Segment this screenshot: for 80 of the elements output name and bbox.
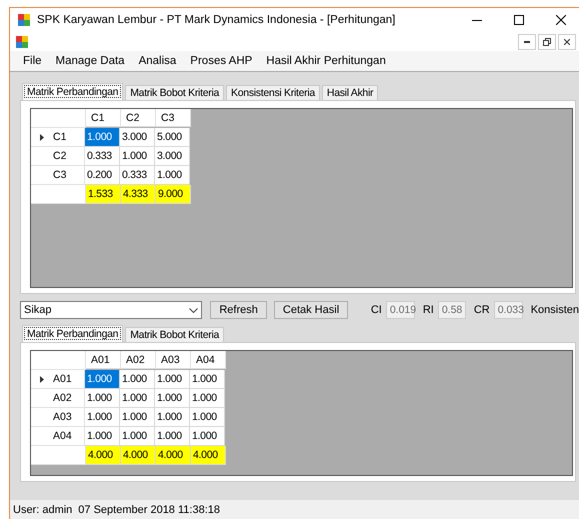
- table-cell[interactable]: 3.000: [120, 128, 155, 147]
- total-cell: 9.000: [156, 185, 191, 204]
- table-cell[interactable]: 1.000: [155, 408, 190, 427]
- tab[interactable]: Hasil Akhir: [322, 85, 378, 100]
- row-label: C2: [53, 150, 66, 162]
- tab[interactable]: Konsistensi Kriteria: [226, 85, 320, 100]
- total-cell: 4.000: [156, 446, 191, 465]
- table-cell[interactable]: 1.000: [155, 389, 190, 408]
- table-cell[interactable]: 1.000: [190, 408, 225, 427]
- table-cell[interactable]: 1.000: [85, 128, 120, 147]
- table-cell[interactable]: 1.000: [155, 370, 190, 389]
- table-cell[interactable]: 1.000: [85, 389, 120, 408]
- dropdown-caret-icon: [189, 308, 198, 312]
- column-header: A01: [86, 351, 121, 369]
- table-cell[interactable]: 1.000: [120, 427, 155, 446]
- child-window-icon: [16, 36, 29, 48]
- table-cell[interactable]: 1.000: [155, 427, 190, 446]
- table-cell[interactable]: 1.000: [155, 166, 190, 185]
- table-cell[interactable]: 0.333: [85, 147, 120, 166]
- total-cell: 4.000: [121, 446, 156, 465]
- row-label: C3: [53, 169, 66, 181]
- tab[interactable]: Matrik Perbandingan: [22, 325, 124, 342]
- column-header: A04: [191, 351, 226, 369]
- close-icon: [564, 38, 570, 44]
- column-header: A02: [121, 351, 156, 369]
- reading-label: RI: [422, 304, 434, 316]
- tab[interactable]: Matrik Perbandingan: [22, 83, 124, 100]
- restore-icon: [543, 38, 551, 46]
- column-header: A03: [156, 351, 191, 369]
- table-cell[interactable]: 3.000: [155, 147, 190, 166]
- table-cell[interactable]: 1.000: [190, 427, 225, 446]
- tab[interactable]: Matrik Bobot Kriteria: [125, 85, 224, 100]
- reading-label: CR: [474, 304, 490, 316]
- menu-item[interactable]: Proses AHP: [183, 55, 260, 67]
- reading-field: 0.019: [386, 301, 415, 319]
- minimize-icon: [524, 40, 530, 42]
- row-label: A04: [53, 430, 72, 442]
- table-cell[interactable]: 5.000: [155, 128, 190, 147]
- criterion-dropdown[interactable]: Sikap: [20, 301, 202, 319]
- total-cell: 4.000: [86, 446, 121, 465]
- row-label: A01: [53, 373, 72, 385]
- status-datetime: 07 September 2018 11:38:18: [78, 504, 220, 516]
- tab[interactable]: Matrik Bobot Kriteria: [125, 327, 224, 342]
- column-header: C3: [156, 109, 191, 127]
- action-button[interactable]: Cetak Hasil: [274, 301, 348, 319]
- table-cell[interactable]: 0.200: [85, 166, 120, 185]
- menu-item[interactable]: Hasil Akhir Perhitungan: [259, 55, 393, 67]
- reading-label: CI: [370, 304, 382, 316]
- table-cell[interactable]: 1.000: [190, 370, 225, 389]
- table-cell[interactable]: 1.000: [120, 408, 155, 427]
- window-title: SPK Karyawan Lembur - PT Mark Dynamics Indonesia - [Perhitungan]: [37, 14, 396, 26]
- total-cell: 1.533: [86, 185, 121, 204]
- reading-field: 0.033: [494, 301, 523, 319]
- minimize-button[interactable]: [518, 34, 536, 50]
- table-cell[interactable]: 1.000: [190, 389, 225, 408]
- table-cell[interactable]: 1.000: [85, 408, 120, 427]
- maximize-button[interactable]: [514, 15, 524, 25]
- column-header: C2: [121, 109, 156, 127]
- menu-item[interactable]: Analisa: [132, 55, 184, 67]
- total-cell: 4.000: [191, 446, 226, 465]
- table-cell[interactable]: 1.000: [85, 370, 120, 389]
- app-icon: [18, 14, 31, 26]
- table-cell[interactable]: 1.000: [120, 147, 155, 166]
- row-label: A02: [53, 392, 72, 404]
- table-cell[interactable]: 0.333: [120, 166, 155, 185]
- status-user: User: admin: [13, 504, 72, 516]
- table-cell[interactable]: 1.000: [120, 389, 155, 408]
- restore-button[interactable]: [538, 34, 556, 50]
- consistency-result: Konsisten: [530, 304, 579, 316]
- table-cell[interactable]: 1.000: [85, 427, 120, 446]
- menu-item[interactable]: Manage Data: [48, 55, 132, 67]
- reading-field: 0.58: [438, 301, 466, 319]
- close-button[interactable]: [556, 15, 566, 25]
- menu-item[interactable]: File: [16, 55, 49, 67]
- row-label: A03: [53, 411, 72, 423]
- action-button[interactable]: Refresh: [210, 301, 267, 319]
- table-cell[interactable]: 1.000: [120, 370, 155, 389]
- column-header: C1: [86, 109, 121, 127]
- row-label: C1: [53, 131, 66, 143]
- total-cell: 4.333: [121, 185, 156, 204]
